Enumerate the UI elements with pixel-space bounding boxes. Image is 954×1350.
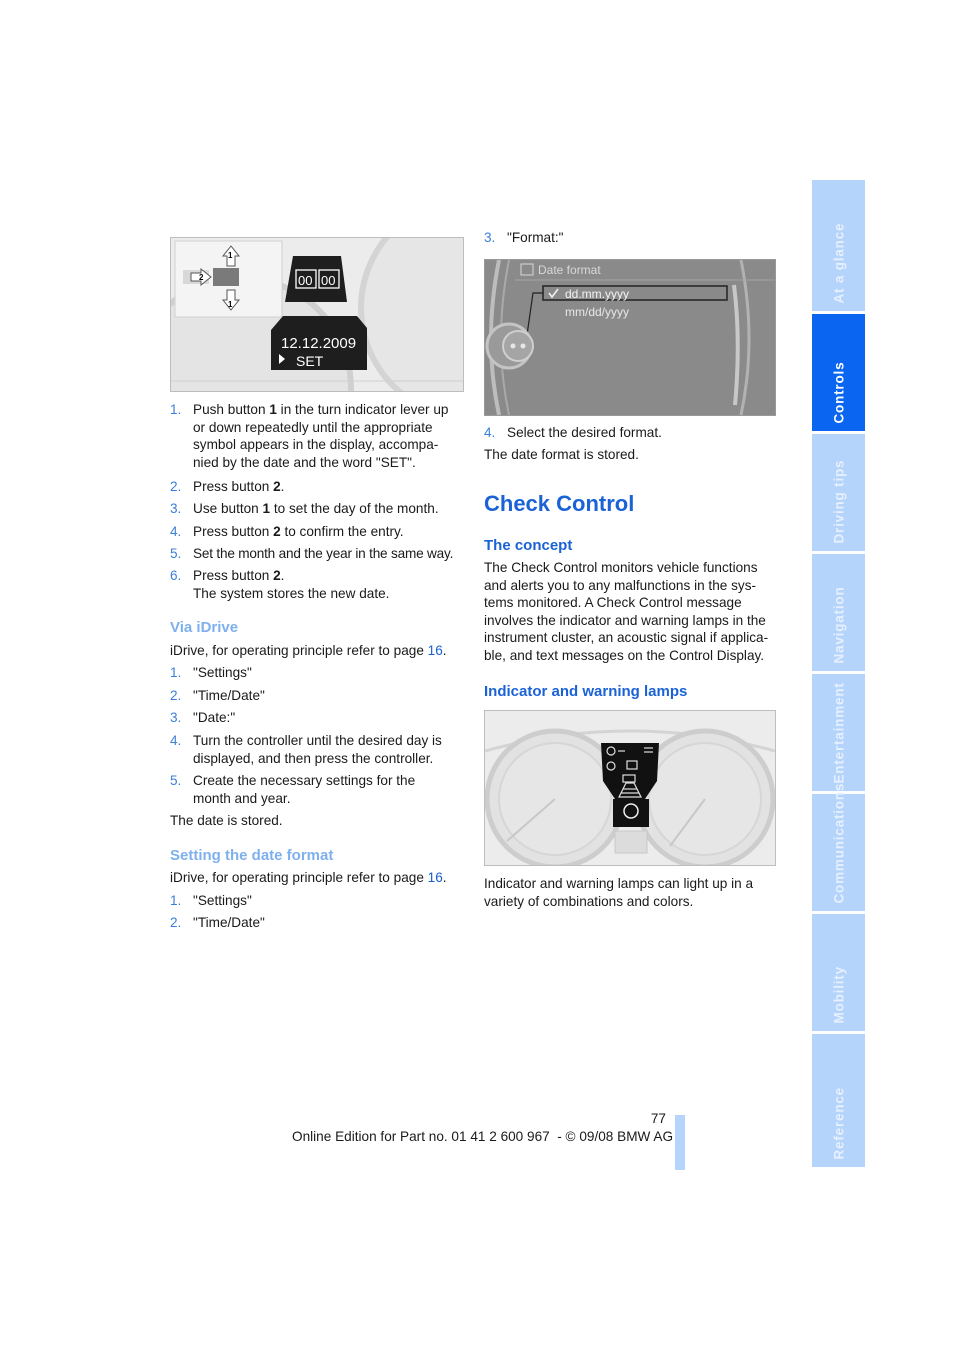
- list-item: 3. "Date:": [170, 710, 236, 725]
- heading-via-idrive: Via iDrive: [170, 619, 239, 636]
- step4-result: The date format is stored.: [484, 447, 639, 462]
- list-item: 3. "Format:": [484, 230, 564, 245]
- via-idrive-result: The date is stored.: [170, 813, 283, 828]
- list-item: 6. Press button 2. The system stores the …: [170, 568, 390, 601]
- side-tab-communications[interactable]: Communications: [812, 782, 865, 911]
- footer-edition: Online Edition for Part no. 01 41 2 600 …: [292, 1129, 674, 1144]
- button-label-1-up: 1: [228, 251, 233, 260]
- format-option-selected: dd.mm.yyyy: [565, 287, 629, 301]
- instrument-cluster-lamps-illustration: [485, 728, 775, 865]
- list-item: 2. "Time/Date": [170, 688, 265, 703]
- list-item: 2. Press button 2.: [170, 479, 285, 494]
- warning-lamp: [613, 799, 649, 827]
- display-set-text: SET: [296, 353, 324, 369]
- side-tab-driving-tips[interactable]: Driving tips: [812, 434, 865, 551]
- list-item: 2. "Time/Date": [170, 915, 265, 930]
- page-number: 77: [650, 1111, 666, 1126]
- display-date-text: 12.12.2009: [281, 335, 356, 352]
- list-item: 1. "Settings": [170, 665, 252, 680]
- list-item: 1. Push button 1 in the turn indicator l…: [170, 402, 449, 470]
- counter-digit-1: 00: [298, 273, 312, 288]
- side-tab-controls[interactable]: Controls: [812, 314, 865, 431]
- side-tab-at-a-glance[interactable]: At a glance: [812, 180, 865, 311]
- list-item: 4. Select the desired format.: [484, 425, 662, 440]
- list-item: 5. Set the month and the year in the sam…: [170, 546, 454, 561]
- page-link[interactable]: 16: [428, 643, 443, 658]
- heading-indicator-warning-lamps: Indicator and warning lamps: [484, 683, 688, 700]
- counter-digit-2: 00: [321, 273, 335, 288]
- side-tab-entertainment[interactable]: Entertainment: [812, 674, 865, 791]
- instrument-cluster-illustration: 1 2 1 00 00 12.12.2009 SET: [171, 238, 463, 391]
- list-item: 5. Create the necessary settings for the …: [170, 773, 416, 806]
- figure-date-format-screen: Date format dd.mm.yyyy mm/dd/yyyy: [484, 259, 776, 416]
- via-idrive-intro: iDrive, for operating principle refer to…: [170, 643, 447, 658]
- list-item: 4. Turn the controller until the desired …: [170, 733, 442, 766]
- heading-the-concept: The concept: [484, 537, 573, 554]
- list-item: 4. Press button 2 to confirm the entry.: [170, 524, 404, 539]
- figure-date-setting: 1 2 1 00 00 12.12.2009 SET: [170, 237, 464, 392]
- list-item: 3. Use button 1 to set the day of the mo…: [170, 501, 439, 516]
- side-tab-mobility[interactable]: Mobility: [812, 914, 865, 1031]
- concept-paragraph: The Check Control monitors vehicle funct…: [484, 560, 769, 663]
- side-tab-reference[interactable]: Reference: [812, 1034, 865, 1167]
- button-label-2: 2: [199, 273, 204, 282]
- footer-marker-bar: [675, 1115, 685, 1170]
- figure-instrument-cluster: [484, 710, 776, 866]
- screen-title: Date format: [538, 263, 601, 277]
- heading-setting-date-format: Setting the date format: [170, 847, 334, 864]
- lamps-paragraph: Indicator and warning lamps can light up…: [484, 876, 754, 909]
- control-display-illustration: Date format dd.mm.yyyy mm/dd/yyyy: [485, 260, 775, 415]
- list-item: 1. "Settings": [170, 893, 252, 908]
- button-label-1-down: 1: [228, 300, 233, 309]
- date-format-intro: iDrive, for operating principle refer to…: [170, 870, 447, 885]
- side-tab-navigation[interactable]: Navigation: [812, 554, 865, 671]
- page-link[interactable]: 16: [428, 870, 443, 885]
- section-title-check-control: Check Control: [484, 491, 635, 516]
- format-option: mm/dd/yyyy: [565, 305, 629, 319]
